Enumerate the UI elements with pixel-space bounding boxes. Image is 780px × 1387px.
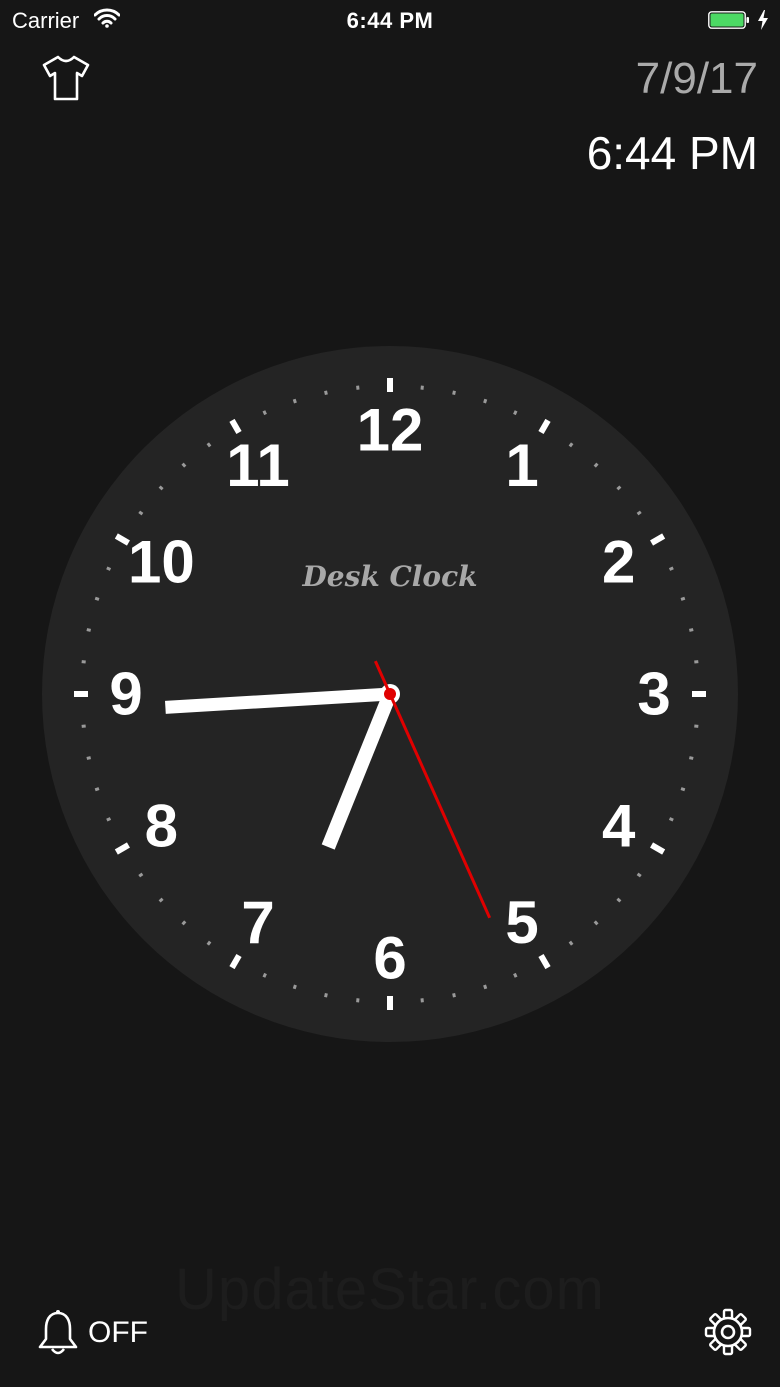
- minute-tick: [94, 787, 100, 792]
- clock-numeral-8: 8: [145, 793, 178, 860]
- minute-tick: [568, 940, 574, 946]
- minute-tick: [636, 510, 642, 516]
- minute-tick: [324, 390, 328, 395]
- minute-tick: [680, 787, 686, 792]
- minute-tick: [568, 442, 574, 448]
- minute-tick: [158, 897, 164, 903]
- minute-tick: [86, 628, 91, 632]
- minute-tick: [181, 920, 187, 926]
- clock-numeral-4: 4: [602, 793, 636, 860]
- alarm-toggle-button[interactable]: OFF: [36, 1308, 148, 1358]
- minute-tick: [616, 485, 622, 491]
- clock-numeral-7: 7: [241, 889, 274, 956]
- minute-tick: [86, 756, 91, 760]
- minute-tick: [138, 872, 144, 878]
- minute-tick: [452, 993, 456, 998]
- time-display: 6:44 PM: [586, 127, 758, 179]
- clock-numeral-5: 5: [505, 889, 538, 956]
- clock-numeral-1: 1: [505, 432, 538, 499]
- minute-tick: [324, 993, 328, 998]
- alarm-status-label: OFF: [88, 1316, 148, 1349]
- charging-bolt-icon: [758, 10, 768, 30]
- gear-icon[interactable]: [704, 1308, 752, 1356]
- minute-tick: [138, 510, 144, 516]
- clock-brand-label: Desk Clock: [301, 560, 477, 593]
- clock-numeral-6: 6: [373, 925, 406, 992]
- date-display: 7/9/17: [635, 54, 758, 103]
- minute-tick: [94, 596, 100, 601]
- minute-tick: [181, 462, 187, 468]
- t-shirt-icon[interactable]: [40, 54, 92, 102]
- minute-tick: [513, 410, 518, 416]
- minute-tick: [452, 390, 456, 395]
- minute-tick: [668, 566, 674, 571]
- clock-numeral-11: 11: [226, 432, 289, 499]
- analog-clock: 121234567891011 Desk Clock: [42, 346, 738, 1042]
- minute-tick: [593, 920, 599, 926]
- status-time: 6:44 PM: [346, 8, 434, 33]
- minute-tick: [206, 442, 212, 448]
- minute-tick: [680, 596, 686, 601]
- minute-tick: [206, 940, 212, 946]
- minute-tick: [106, 817, 112, 822]
- minute-tick: [689, 756, 694, 760]
- minute-tick: [292, 984, 297, 990]
- minute-tick: [668, 817, 674, 822]
- minute-tick: [513, 972, 518, 978]
- minute-tick: [593, 462, 599, 468]
- minute-tick: [158, 485, 164, 491]
- minute-tick: [483, 984, 488, 990]
- minute-tick: [106, 566, 112, 571]
- status-bar: Carrier 6:44 PM: [0, 0, 780, 40]
- second-hand-hub: [384, 688, 396, 700]
- clock-numeral-2: 2: [602, 529, 635, 596]
- battery-icon: [708, 11, 749, 29]
- minute-tick: [262, 972, 267, 978]
- minute-tick: [262, 410, 267, 416]
- clock-numeral-12: 12: [357, 397, 424, 464]
- clock-numeral-9: 9: [109, 661, 142, 728]
- minute-tick: [292, 398, 297, 404]
- bell-icon: [38, 1310, 78, 1355]
- minute-tick: [483, 398, 488, 404]
- clock-numeral-3: 3: [637, 661, 670, 728]
- minute-tick: [636, 872, 642, 878]
- minute-tick: [689, 628, 694, 632]
- minute-tick: [616, 897, 622, 903]
- clock-numeral-10: 10: [128, 529, 195, 596]
